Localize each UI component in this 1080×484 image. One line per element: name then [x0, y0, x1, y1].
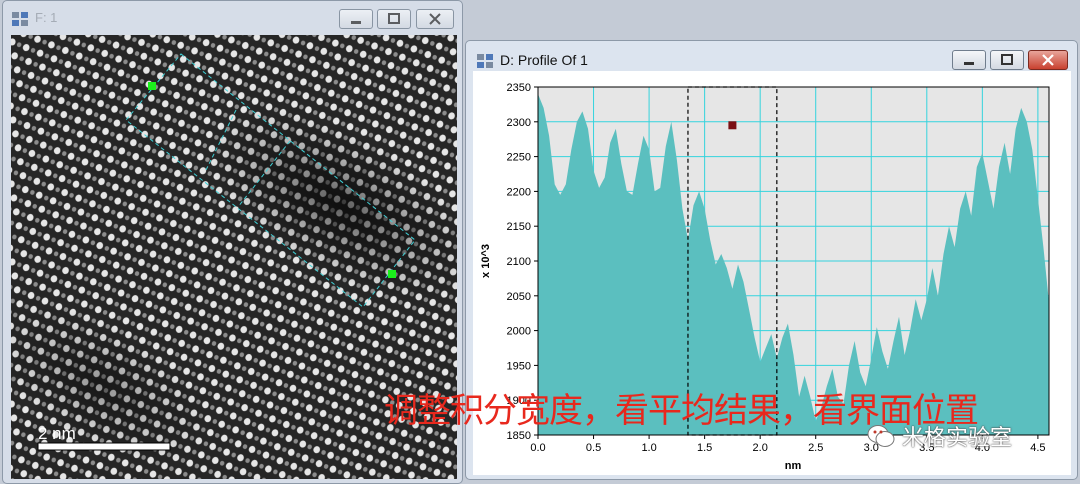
x-axis-label: nm	[785, 460, 802, 472]
minimize-button[interactable]	[952, 50, 986, 70]
profile-window-titlebar[interactable]: D: Profile Of 1	[466, 41, 1077, 75]
y-tick-label: 2150	[507, 221, 531, 233]
y-tick-label: 2100	[507, 256, 531, 268]
watermark-text: 米格实验室	[902, 426, 1013, 451]
x-tick-label: 0.5	[586, 442, 601, 454]
close-button[interactable]	[1028, 50, 1068, 70]
x-tick-label: 1.5	[697, 442, 712, 454]
maximize-icon	[1001, 54, 1013, 65]
y-axis-ticks: 1850190019502000205021002150220022502300…	[507, 82, 538, 442]
x-tick-label: 2.0	[753, 442, 768, 454]
x-tick-label: 0.0	[530, 442, 545, 454]
profile-end-handle[interactable]	[388, 270, 396, 278]
cursor-marker[interactable]	[728, 121, 737, 130]
watermark: 米格实验室	[866, 418, 1012, 454]
y-tick-label: 2250	[507, 152, 531, 164]
y-tick-label: 2200	[507, 186, 531, 198]
close-button[interactable]	[416, 9, 454, 29]
minimize-icon	[351, 21, 361, 24]
image-window-title: F: 1	[35, 10, 58, 25]
y-tick-label: 1950	[507, 360, 531, 372]
y-tick-label: 2300	[507, 117, 531, 129]
scale-bar-label: 2 nm	[38, 424, 76, 443]
profile-start-handle[interactable]	[148, 82, 156, 90]
close-icon	[429, 13, 441, 25]
minimize-icon	[964, 62, 974, 65]
y-tick-label: 2350	[507, 82, 531, 94]
profile-window-title: D: Profile Of 1	[500, 52, 588, 68]
maximize-button[interactable]	[990, 50, 1024, 70]
x-tick-label: 2.5	[808, 442, 823, 454]
x-tick-label: 1.0	[641, 442, 656, 454]
scale-bar	[37, 442, 171, 451]
minimize-button[interactable]	[339, 9, 373, 29]
y-axis-label: x 10^3	[480, 244, 492, 278]
window-app-icon	[12, 12, 28, 26]
wechat-icon	[867, 425, 895, 447]
y-tick-label: 1850	[507, 430, 531, 442]
image-window-titlebar[interactable]: F: 1	[3, 1, 462, 35]
maximize-button[interactable]	[377, 9, 411, 29]
window-app-icon	[477, 54, 493, 68]
y-tick-label: 2050	[507, 291, 531, 303]
y-tick-label: 2000	[507, 326, 531, 338]
close-icon	[1042, 54, 1054, 66]
maximize-icon	[388, 13, 400, 24]
x-tick-label: 4.5	[1030, 442, 1045, 454]
